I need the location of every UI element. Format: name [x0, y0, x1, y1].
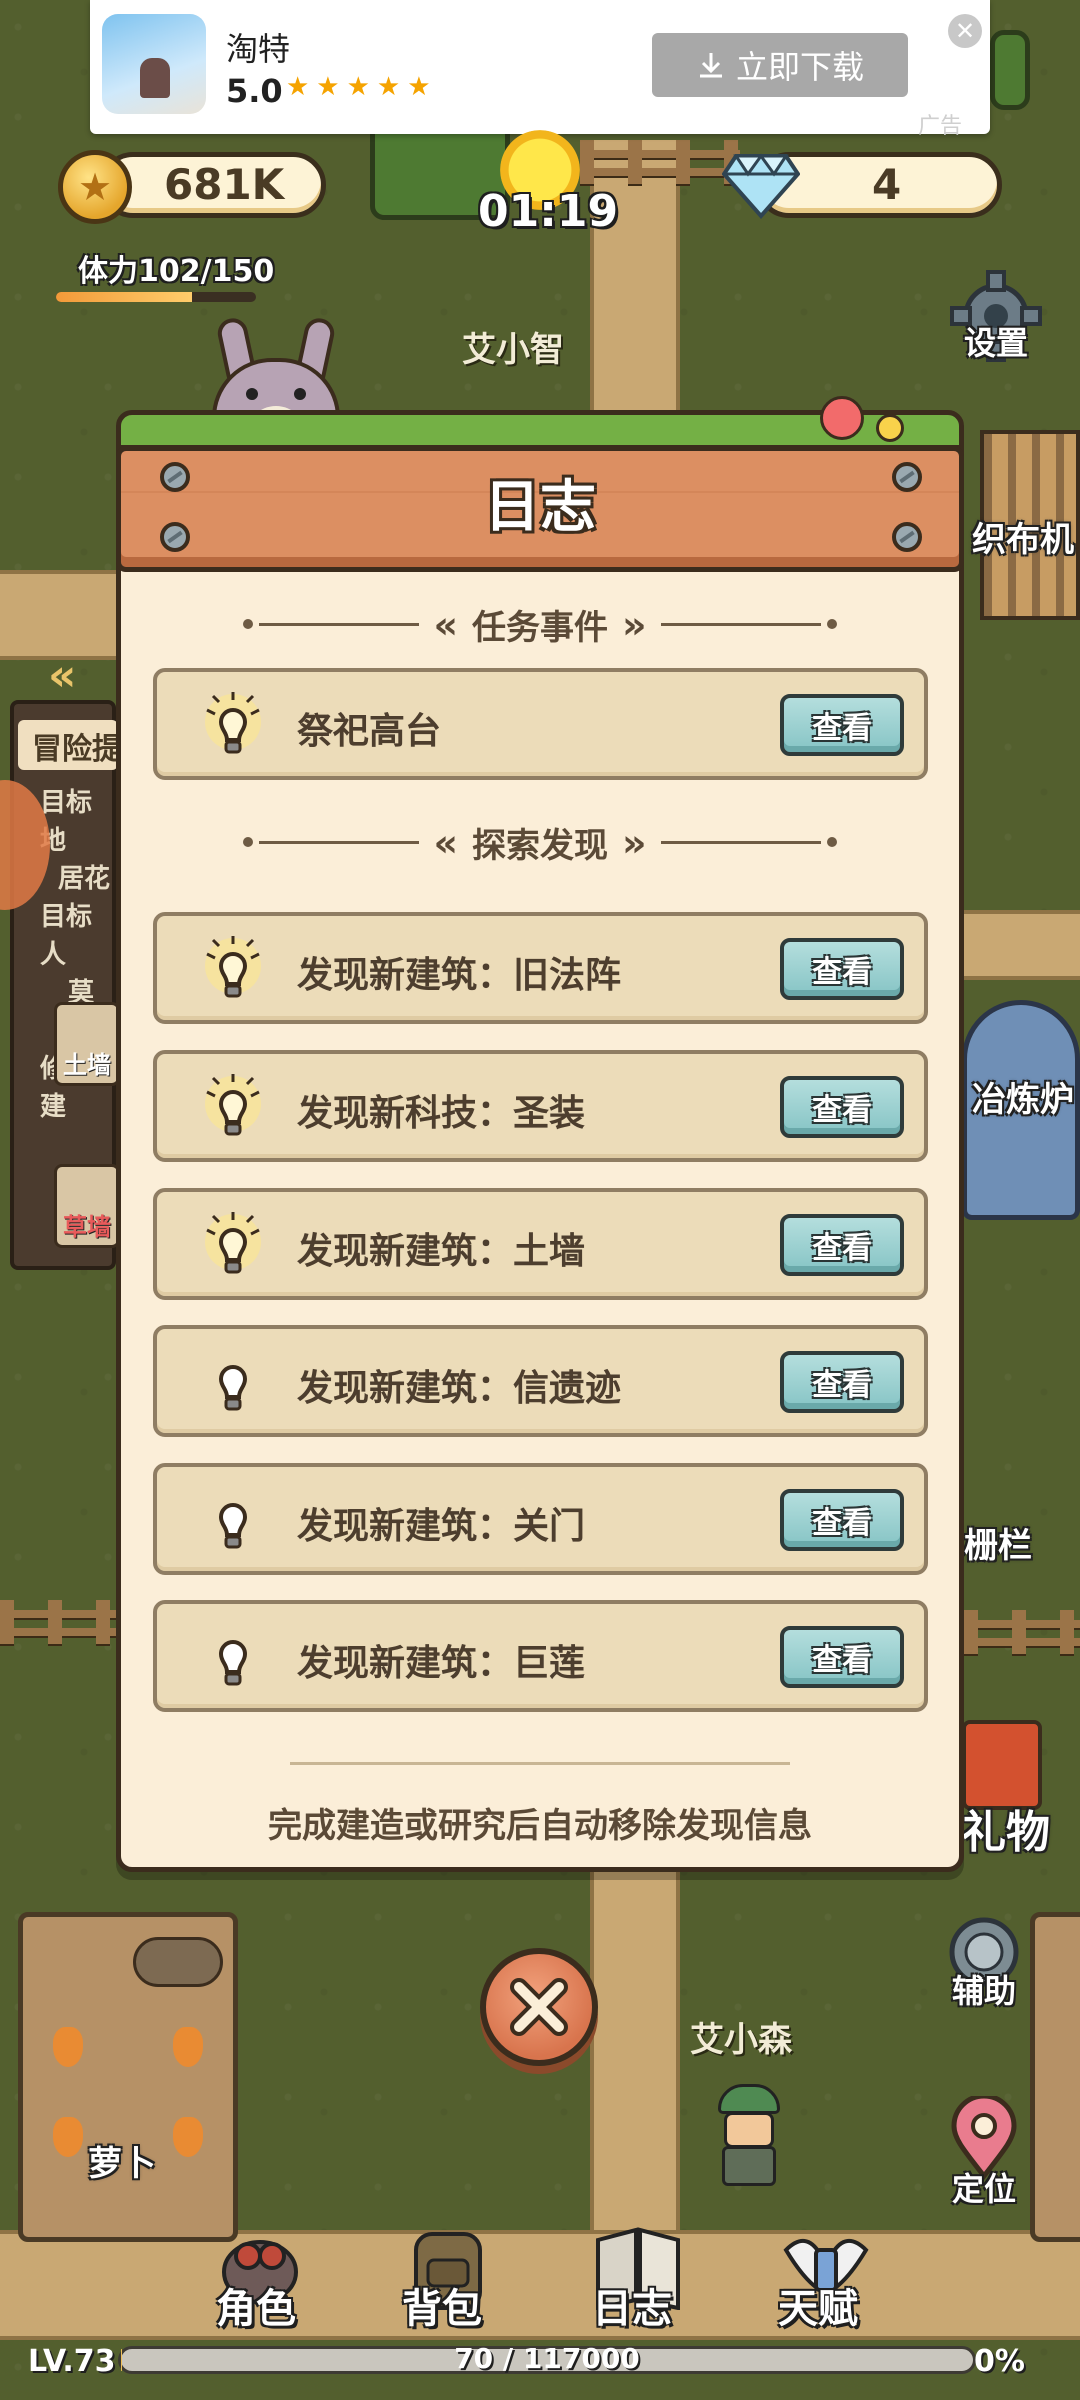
- view-button[interactable]: 查看: [780, 1076, 904, 1138]
- carrot-label: 萝卜: [88, 2144, 156, 2184]
- task-text: 祭祀高台: [297, 711, 442, 752]
- coin-icon: ★: [58, 150, 132, 224]
- adventure-title: 冒险提: [32, 732, 122, 767]
- nav-journal-label: 日志: [592, 2286, 672, 2332]
- gem-value: 4: [872, 160, 902, 209]
- locate-label: 定位: [951, 2170, 1016, 2208]
- ad-close-icon[interactable]: ✕: [948, 14, 982, 48]
- ad-rating: 5.0: [226, 72, 283, 110]
- lit-bulb-icon: [205, 1074, 261, 1136]
- double-chevron-left-icon: «: [433, 820, 458, 865]
- ad-app-name: 淘特: [226, 30, 291, 68]
- view-button[interactable]: 查看: [780, 1214, 904, 1276]
- dialog-title: 日志: [484, 475, 596, 540]
- double-chevron-right-icon: »: [622, 602, 647, 647]
- loom-label: 织布机: [972, 520, 1074, 560]
- lit-bulb-icon: [205, 692, 261, 754]
- xp-percent: 0%: [974, 2344, 1025, 2379]
- dirt-path-top: [590, 140, 680, 440]
- view-button[interactable]: 查看: [780, 1489, 904, 1551]
- coin-value: 681K: [164, 160, 285, 209]
- view-button[interactable]: 查看: [780, 1626, 904, 1688]
- view-button[interactable]: 查看: [780, 1351, 904, 1413]
- double-chevron-right-icon: »: [622, 820, 647, 865]
- npc-name-top: 艾小智: [462, 330, 564, 370]
- flower-icon: [820, 396, 864, 440]
- player-level: LV.73: [28, 2344, 116, 2379]
- stamina-label: 体力102/150: [78, 254, 275, 289]
- adventure-slot-1[interactable]: 土墙: [54, 1002, 120, 1086]
- furnace-label: 冶炼炉: [972, 1080, 1074, 1120]
- xp-text: 70 / 117000: [454, 2342, 640, 2375]
- nav-character-label: 角色: [216, 2286, 296, 2332]
- stamina-bar: [56, 292, 256, 302]
- nav-backpack-label: 背包: [402, 2286, 482, 2332]
- discovery-text: 发现新建筑：巨莲: [297, 1643, 586, 1684]
- close-icon: [510, 1978, 568, 2036]
- dirt-road-bottom: [0, 2230, 1080, 2340]
- ad-stars-icon: ★★★★★: [286, 72, 438, 102]
- ad-banner[interactable]: 淘特 5.0 ★★★★★ 立即下载 ✕ 广告: [90, 0, 990, 139]
- section-header-tasks: « 任务事件 »: [116, 600, 964, 649]
- section-header-explore: « 探索发现 »: [116, 818, 964, 867]
- discovery-row: 发现新建筑：关门 查看: [153, 1463, 928, 1575]
- discovery-text: 发现新科技：圣装: [297, 1093, 586, 1134]
- locate-button[interactable]: 定位: [924, 2093, 1044, 2210]
- player-character[interactable]: [712, 2084, 786, 2188]
- footer-divider: [290, 1762, 790, 1765]
- stamina-fill: [56, 292, 192, 302]
- discovery-text: 发现新建筑：信遗迹: [297, 1368, 622, 1409]
- section-title-tasks: 任务事件: [472, 608, 608, 648]
- lit-bulb-icon: [205, 1212, 261, 1274]
- collapse-arrow-icon[interactable]: «: [48, 650, 76, 701]
- section-title-explore: 探索发现: [472, 826, 608, 866]
- gift-label: 礼物: [962, 1807, 1050, 1858]
- day-timer: 01:19: [478, 186, 619, 237]
- discovery-row: 发现新建筑：旧法阵 查看: [153, 912, 928, 1024]
- nav-talent-label: 天赋: [778, 2286, 858, 2332]
- lit-bulb-icon: [205, 936, 261, 998]
- fence-label: 栅栏: [964, 1526, 1032, 1566]
- discovery-text: 发现新建筑：土墙: [297, 1231, 586, 1272]
- view-button[interactable]: 查看: [780, 694, 904, 756]
- adventure-slot-2[interactable]: 草墙: [54, 1164, 120, 1248]
- unlit-bulb-icon: [218, 1365, 248, 1411]
- discovery-row: 发现新建筑：信遗迹 查看: [153, 1325, 928, 1437]
- double-chevron-left-icon: «: [433, 602, 458, 647]
- diamond-icon: [722, 153, 800, 220]
- fence: [580, 140, 740, 184]
- ad-tag: 广告: [918, 114, 963, 139]
- discovery-text: 发现新建筑：关门: [297, 1506, 586, 1547]
- task-row: 祭祀高台 查看: [153, 668, 928, 780]
- ad-app-icon[interactable]: [102, 14, 206, 114]
- ad-download-label: 立即下载: [735, 48, 864, 86]
- carrot-farm[interactable]: [18, 1912, 238, 2242]
- discovery-text: 发现新建筑：旧法阵: [297, 955, 622, 996]
- dialog-footer-note: 完成建造或研究后自动移除发现信息: [268, 1806, 812, 1846]
- npc-name-bottom: 艾小森: [690, 2020, 792, 2060]
- assist-button[interactable]: 辅助: [924, 1912, 1044, 2012]
- discovery-row: 发现新建筑：土墙 查看: [153, 1188, 928, 1300]
- unlit-bulb-icon: [218, 1503, 248, 1549]
- ad-download-button[interactable]: 立即下载: [652, 33, 908, 97]
- download-icon: [699, 53, 722, 78]
- discovery-row: 发现新建筑：巨莲 查看: [153, 1600, 928, 1712]
- unlit-bulb-icon: [218, 1640, 248, 1686]
- close-dialog-button[interactable]: [480, 1948, 598, 2066]
- settings-button[interactable]: 设置: [936, 268, 1056, 364]
- discovery-row: 发现新科技：圣装 查看: [153, 1050, 928, 1162]
- dirt-path-bottom: [590, 1860, 680, 2280]
- adventure-panel[interactable]: 冒险提 目标地 居花 目标人 莫叫 修整建 土墙 草墙: [10, 700, 122, 1270]
- view-button[interactable]: 查看: [780, 938, 904, 1000]
